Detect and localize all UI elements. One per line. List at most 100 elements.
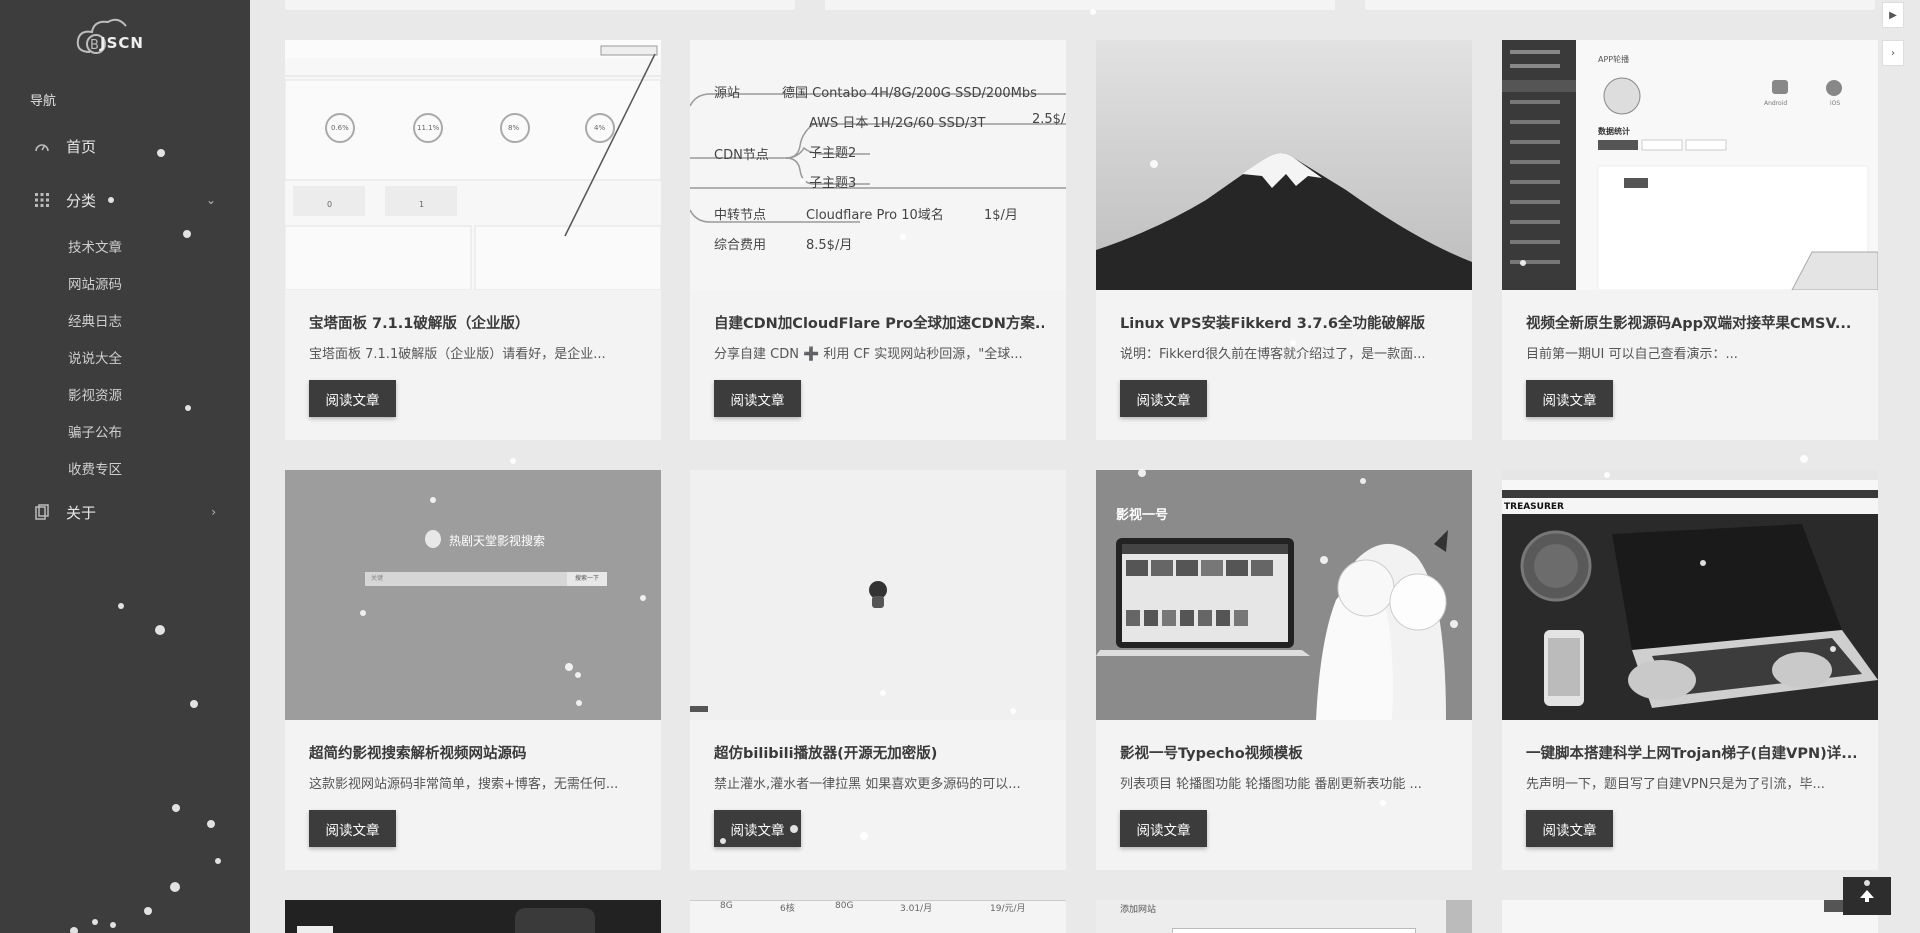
post-thumbnail[interactable]: 影视一号 xyxy=(1096,470,1472,720)
back-to-top-button[interactable] xyxy=(1843,877,1891,915)
clipboard-icon xyxy=(34,504,50,520)
post-excerpt: 说明：Fikkerd很久前在博客就介绍过了，是一款面... xyxy=(1120,347,1426,362)
table-cell: 19/元/月 xyxy=(990,904,1026,914)
post-excerpt: 目前第一期UI 可以自己查看演示：... xyxy=(1526,347,1738,362)
read-more-button[interactable]: 阅读文章 xyxy=(1526,380,1613,417)
post-card[interactable]: 影视一号 影视一号Typecho视频模板 列表项目 轮播图功能 轮播图功能 番剧… xyxy=(1096,470,1472,870)
post-thumbnail[interactable]: 热剧天堂影视搜索 关键 搜索一下 xyxy=(285,470,661,720)
mindmap-detail: 子主题3 xyxy=(809,176,857,191)
post-excerpt: 列表项目 轮播图功能 轮播图功能 番剧更新表功能 ... xyxy=(1120,777,1422,792)
app-platform: iOS xyxy=(1830,100,1841,107)
app-stats-title: 数据统计 xyxy=(1598,127,1630,136)
nav-title: 导航 xyxy=(30,94,57,109)
read-more-button[interactable]: 阅读文章 xyxy=(309,380,396,417)
app-platform: Android xyxy=(1764,100,1788,107)
svg-text:B: B xyxy=(90,38,99,53)
card-edge xyxy=(825,0,1335,10)
post-card[interactable]: 源站 德国 Contabo 4H/8G/200G SSD/200Mbs AWS … xyxy=(690,40,1066,440)
read-more-button[interactable]: 阅读文章 xyxy=(714,380,801,417)
logo-text: JSCN xyxy=(100,34,144,52)
sub-item-tech[interactable]: 技术文章 xyxy=(68,236,122,256)
panel-stat: 11.1% xyxy=(417,124,440,132)
read-more-button[interactable]: 阅读文章 xyxy=(1526,810,1613,847)
post-thumbnail-partial[interactable] xyxy=(285,900,661,933)
post-thumbnail[interactable] xyxy=(690,470,1066,720)
panel-stat: 4% xyxy=(594,124,606,132)
post-excerpt: 禁止灌水,灌水者一律拉黑 如果喜欢更多源码的可以... xyxy=(714,777,1021,792)
post-excerpt: 分享自建 CDN ➕ 利用 CF 实现网站秒回源，"全球... xyxy=(714,347,1023,362)
panel-stat: 8% xyxy=(508,124,520,132)
post-excerpt: 这款影视网站源码非常简单，搜索+博客，无需任何... xyxy=(309,777,619,792)
grid-icon xyxy=(34,192,50,208)
search-button[interactable]: 搜索一下 xyxy=(567,572,607,586)
sub-item-source[interactable]: 网站源码 xyxy=(68,273,122,293)
post-card[interactable]: APP轮播 Android iOS 数据统计 视频全新原生影视源码App双端对接… xyxy=(1502,40,1878,440)
post-card[interactable]: Linux VPS安装Fikkerd 3.7.6全功能破解版 说明：Fikker… xyxy=(1096,40,1472,440)
play-icon[interactable]: ▶ xyxy=(1882,2,1904,28)
sub-item-video[interactable]: 影视资源 xyxy=(68,384,122,404)
mindmap-detail: 8.5$/月 xyxy=(806,238,853,253)
post-title[interactable]: 超简约影视搜索解析视频网站源码 xyxy=(309,742,639,763)
post-thumbnail[interactable]: 0.6% 11.1% 8% 4% 0 1 xyxy=(285,40,661,290)
post-title[interactable]: 视频全新原生影视源码App双端对接苹果CMSV... xyxy=(1526,312,1856,333)
chevron-right-icon[interactable]: › xyxy=(1882,40,1904,66)
sub-item-paid[interactable]: 收费专区 xyxy=(68,458,122,478)
sub-item-scam[interactable]: 骗子公布 xyxy=(68,421,122,441)
post-thumbnail-partial[interactable]: 添加网站 xyxy=(1096,900,1472,933)
nav-item-label: 分类 xyxy=(66,191,97,210)
post-thumbnail-partial[interactable]: 8G 6核 80G 3.01/月 19/元/月 xyxy=(690,900,1066,933)
read-more-button[interactable]: 阅读文章 xyxy=(1120,810,1207,847)
mindmap-label: CDN节点 xyxy=(714,148,769,163)
mindmap-extra: 1$/月 xyxy=(984,208,1018,223)
mindmap-label: 综合费用 xyxy=(714,238,767,253)
post-card[interactable]: 超仿bilibili播放器(开源无加密版) 禁止灌水,灌水者一律拉黑 如果喜欢更… xyxy=(690,470,1066,870)
post-thumbnail[interactable]: TREASURER xyxy=(1502,470,1878,720)
search-site-title: 热剧天堂影视搜索 xyxy=(449,534,546,548)
site-brand: TREASURER xyxy=(1504,502,1564,512)
post-title[interactable]: 宝塔面板 7.1.1破解版（企业版） xyxy=(309,312,639,333)
post-card[interactable]: TREASURER 一键脚本搭建科学上网Trojan梯子(自建VPN)详... … xyxy=(1502,470,1878,870)
mindmap-extra: 2.5$/ xyxy=(1032,112,1066,127)
post-title[interactable]: 影视一号Typecho视频模板 xyxy=(1120,742,1450,763)
nav-item-about[interactable]: 关于 › xyxy=(0,494,250,530)
post-title[interactable]: 超仿bilibili播放器(开源无加密版) xyxy=(714,742,1044,763)
card-edge xyxy=(285,0,795,10)
dashboard-icon xyxy=(34,138,50,154)
nav-item-label: 首页 xyxy=(66,137,97,156)
table-cell: 80G xyxy=(835,901,854,911)
read-more-button[interactable]: 阅读文章 xyxy=(1120,380,1207,417)
arrow-up-icon xyxy=(1860,890,1874,902)
post-card[interactable]: 热剧天堂影视搜索 关键 搜索一下 超简约影视搜索解析视频网站源码 这款影视网站源… xyxy=(285,470,661,870)
post-card[interactable]: 0.6% 11.1% 8% 4% 0 1 宝塔面板 7.1.1破解版（企业版） … xyxy=(285,40,661,440)
post-title[interactable]: 自建CDN加CloudFlare Pro全球加速CDN方案... xyxy=(714,312,1044,333)
sub-item-talk[interactable]: 说说大全 xyxy=(68,347,122,367)
read-more-button[interactable]: 阅读文章 xyxy=(714,810,801,847)
sub-item-log[interactable]: 经典日志 xyxy=(68,310,122,330)
dialog-title: 添加网站 xyxy=(1120,905,1157,915)
mindmap-detail: 子主题2 xyxy=(809,146,857,161)
mindmap-label: 源站 xyxy=(714,86,741,101)
table-cell: 3.01/月 xyxy=(900,904,933,914)
mindmap-label: 中转节点 xyxy=(714,208,767,223)
post-title[interactable]: 一键脚本搭建科学上网Trojan梯子(自建VPN)详... xyxy=(1526,742,1856,763)
post-thumbnail[interactable]: 源站 德国 Contabo 4H/8G/200G SSD/200Mbs AWS … xyxy=(690,40,1066,290)
chevron-down-icon: ⌄ xyxy=(205,193,216,207)
panel-count: 1 xyxy=(419,200,425,209)
mindmap-detail: Cloudflare Pro 10域名 xyxy=(806,208,944,223)
nav-item-category[interactable]: 分类 ⌄ xyxy=(0,182,250,218)
table-cell: 8G xyxy=(720,901,733,911)
read-more-button[interactable]: 阅读文章 xyxy=(309,810,396,847)
template-title: 影视一号 xyxy=(1116,508,1169,523)
post-excerpt: 先声明一下，题目写了自建VPN只是为了引流，毕... xyxy=(1526,777,1825,792)
card-edge xyxy=(1365,0,1875,10)
post-thumbnail-partial[interactable] xyxy=(1502,900,1878,933)
post-excerpt: 宝塔面板 7.1.1破解版（企业版）请看好，是企业... xyxy=(309,347,606,362)
post-thumbnail[interactable] xyxy=(1096,40,1472,290)
nav-item-label: 关于 xyxy=(66,503,97,522)
post-thumbnail[interactable]: APP轮播 Android iOS 数据统计 xyxy=(1502,40,1878,290)
main-content: 0.6% 11.1% 8% 4% 0 1 宝塔面板 7.1.1破解版（企业版） … xyxy=(250,0,1920,933)
post-title[interactable]: Linux VPS安装Fikkerd 3.7.6全功能破解版 xyxy=(1120,312,1450,333)
search-input[interactable]: 关键 xyxy=(365,572,567,586)
panel-count: 0 xyxy=(327,200,333,209)
nav-item-home[interactable]: 首页 xyxy=(0,128,250,164)
